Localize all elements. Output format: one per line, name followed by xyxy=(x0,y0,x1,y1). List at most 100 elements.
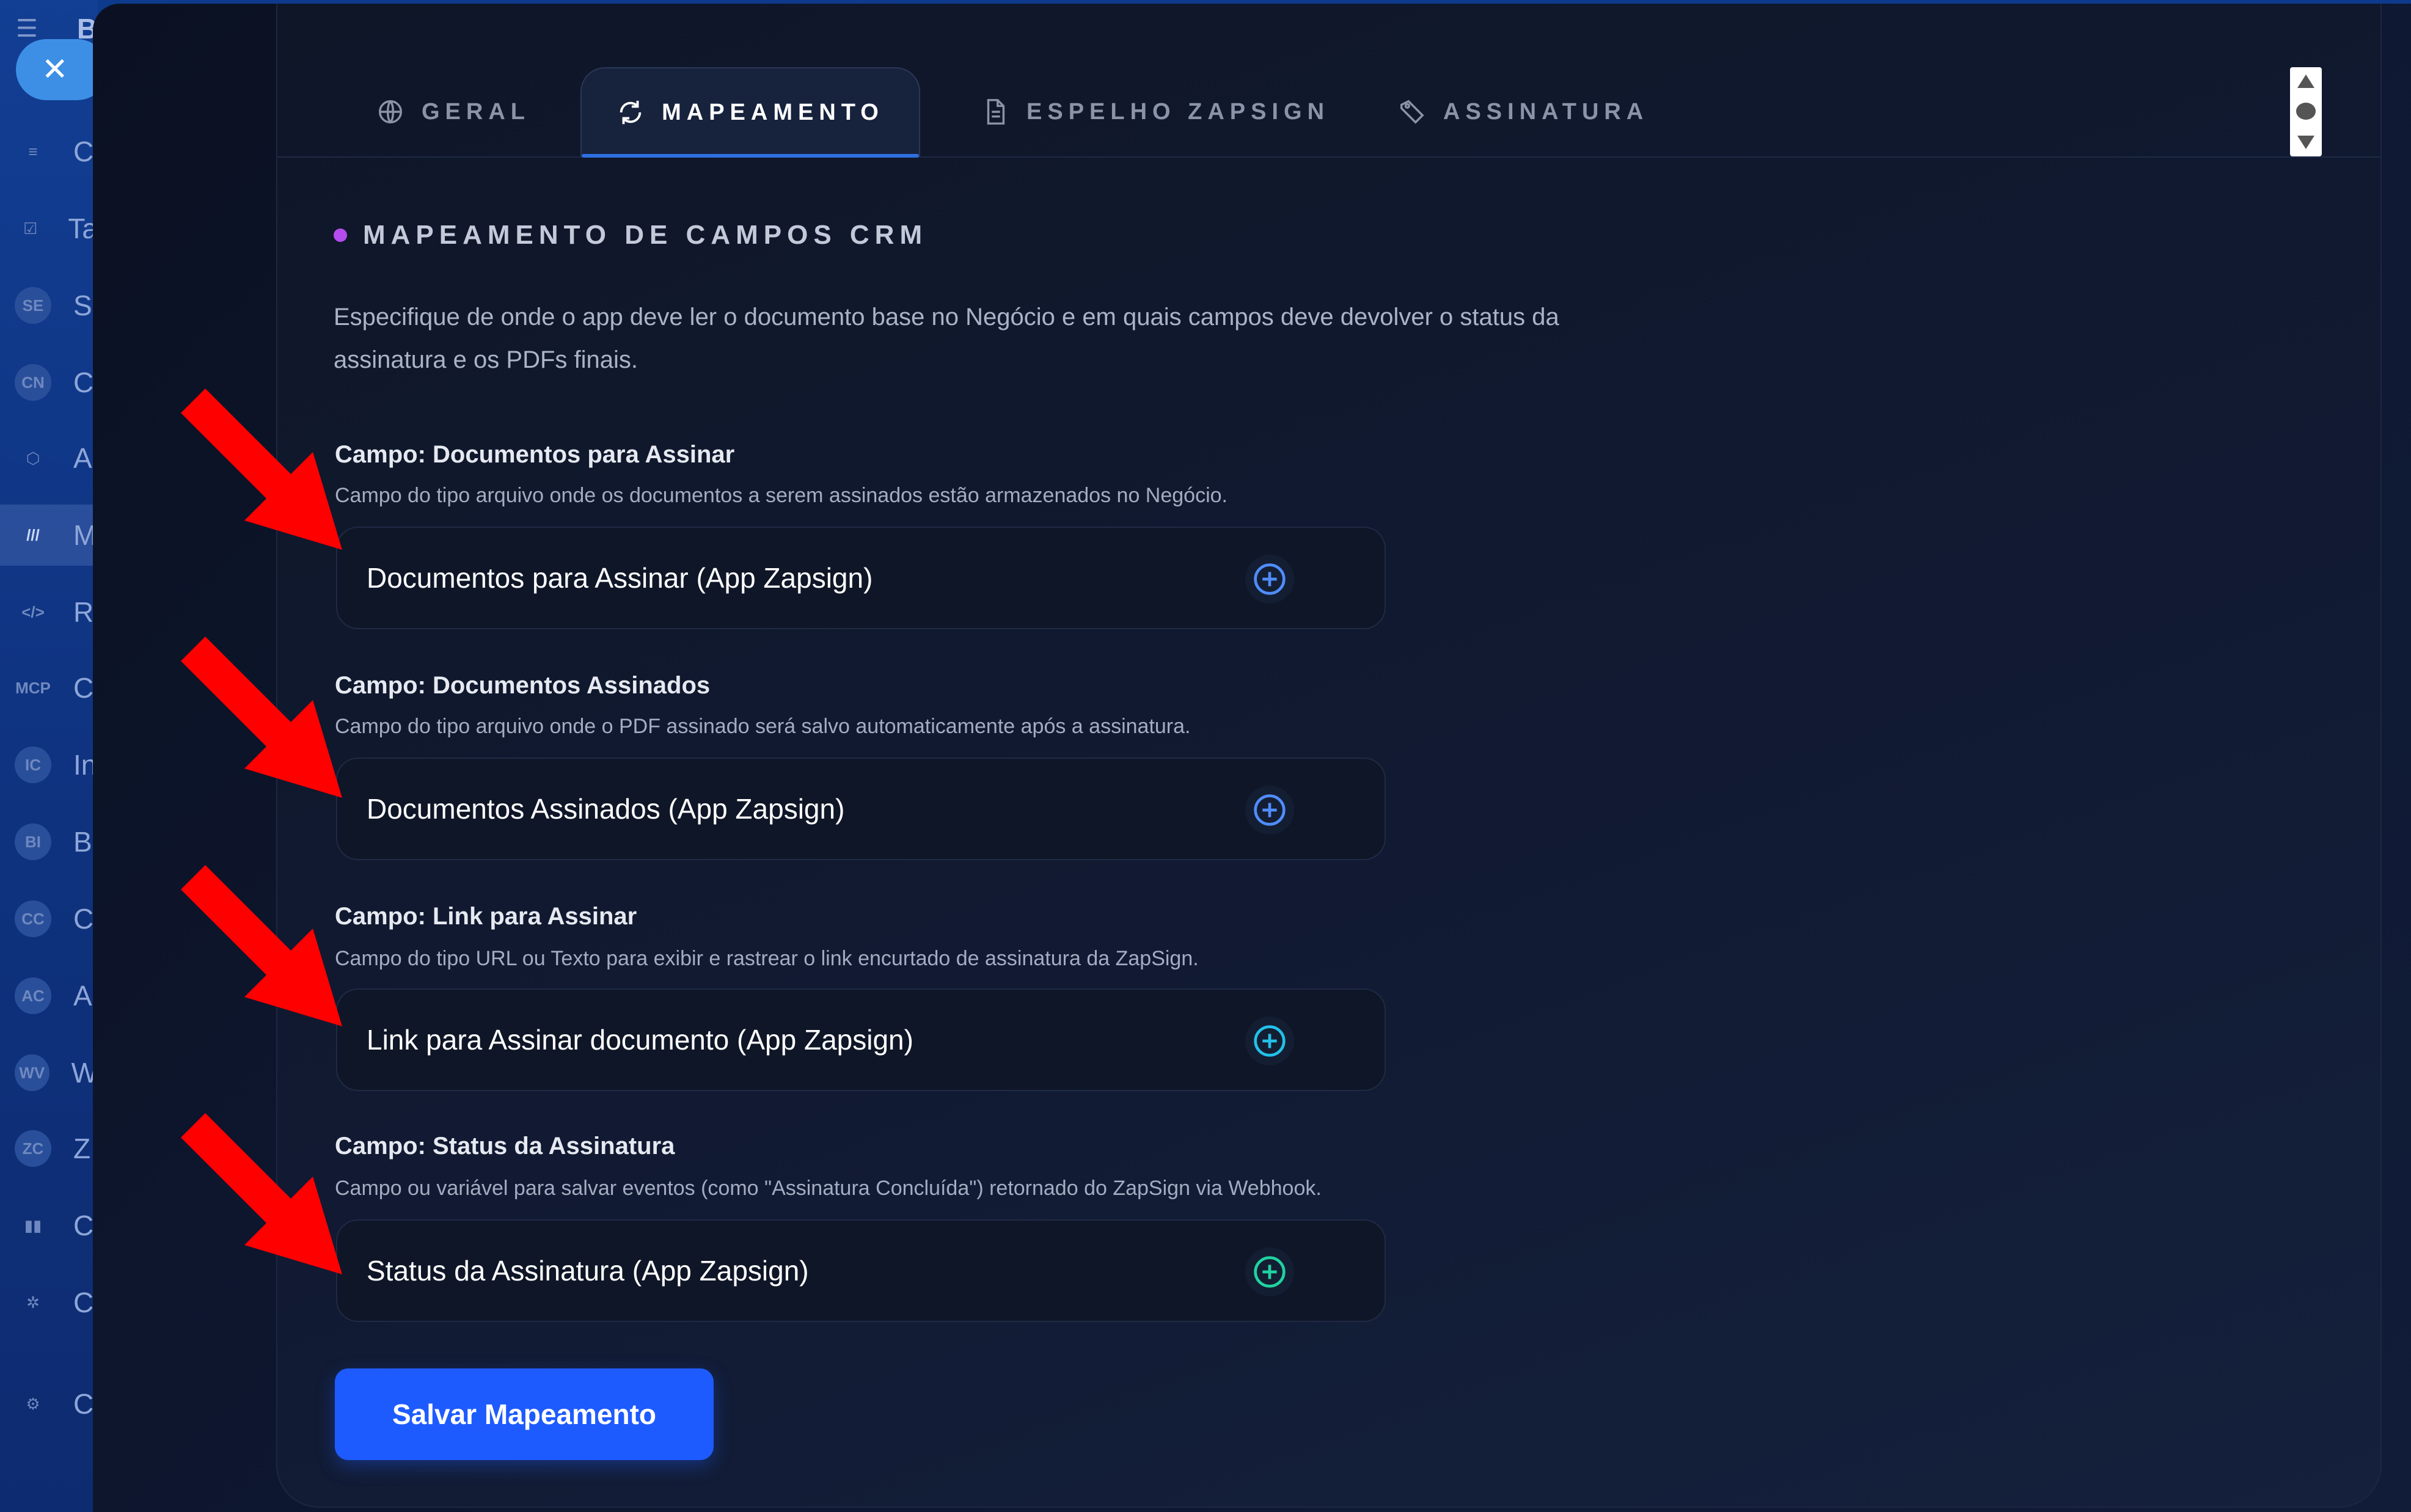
field-value: Documentos para Assinar (App Zapsign) xyxy=(367,562,873,594)
sidebar-item-8[interactable]: MCP C xyxy=(0,657,98,718)
sidebar-item-14[interactable]: ZC Z xyxy=(0,1118,98,1179)
sidebar-item-label: B xyxy=(73,826,92,858)
field-description: Campo do tipo URL ou Texto para exibir e… xyxy=(335,947,1199,970)
sidebar-item-13[interactable]: WV W xyxy=(0,1042,98,1103)
sidebar-item-label: C xyxy=(73,672,94,704)
add-button[interactable] xyxy=(1245,786,1294,835)
tab-bar: GERAL MAPEAMENTO ESPELHO ZAPSIGN ASSINAT… xyxy=(277,4,2380,158)
sidebar-item-2[interactable]: ☑ Ta xyxy=(0,198,98,259)
annotation-arrow-icon xyxy=(181,389,342,550)
add-button[interactable] xyxy=(1245,1017,1294,1065)
field-label: Campo: Documentos Assinados xyxy=(335,672,711,699)
bullet-dot-icon xyxy=(334,228,347,242)
intro-line: assinatura e os PDFs finais. xyxy=(334,346,638,373)
sidebar-item-label: C xyxy=(73,136,94,167)
sidebar-item-label: A xyxy=(73,980,92,1012)
tab-label: ASSINATURA xyxy=(1443,98,1649,125)
sidebar-item-1[interactable]: ≡ C xyxy=(0,121,98,182)
arrow-down-icon[interactable] xyxy=(2297,136,2314,149)
sidebar-item-label: C xyxy=(73,1210,94,1241)
sidebar-item-7[interactable]: </> R xyxy=(0,582,98,643)
tab-mapeamento[interactable]: MAPEAMENTO xyxy=(580,67,920,158)
ic-badge-icon: IC xyxy=(15,747,51,783)
plus-circle-icon xyxy=(1254,794,1286,826)
pen-tag-icon xyxy=(1400,100,1424,124)
sidebar-item-label: C xyxy=(73,1388,94,1420)
bi-badge-icon: BI xyxy=(15,824,51,860)
sidebar-item-16[interactable]: ✲ C xyxy=(0,1272,98,1333)
sidebar-item-3[interactable]: SE S xyxy=(0,275,98,336)
field-label: Campo: Link para Assinar xyxy=(335,903,637,930)
arrow-up-icon[interactable] xyxy=(2297,75,2314,88)
refresh-icon xyxy=(620,100,642,125)
plus-circle-icon xyxy=(1254,1256,1286,1288)
zc-badge-icon: ZC xyxy=(15,1130,51,1167)
save-mapping-button[interactable]: Salvar Mapeamento xyxy=(335,1368,714,1460)
annotation-arrow-icon xyxy=(181,1113,342,1274)
plus-circle-icon xyxy=(1254,1025,1286,1057)
sidebar-item-label: R xyxy=(73,596,94,628)
sidebar-item-9[interactable]: IC In xyxy=(0,734,98,795)
section-title: MAPEAMENTO DE CAMPOS CRM xyxy=(334,220,927,250)
field-select-link-para-assinar[interactable]: Link para Assinar documento (App Zapsign… xyxy=(336,988,1386,1091)
sidebar-item-label: C xyxy=(73,367,94,398)
section-intro: Especifique de onde o app deve ler o doc… xyxy=(334,296,1678,381)
tab-espelho-zapsign[interactable]: ESPELHO ZAPSIGN xyxy=(981,67,1330,156)
field-value: Status da Assinatura (App Zapsign) xyxy=(367,1255,809,1287)
tab-label: MAPEAMENTO xyxy=(662,99,884,125)
field-value: Documentos Assinados (App Zapsign) xyxy=(367,793,845,825)
field-description: Campo do tipo arquivo onde o PDF assinad… xyxy=(335,715,1191,738)
cn-badge-icon: CN xyxy=(15,364,51,401)
field-description: Campo do tipo arquivo onde os documentos… xyxy=(335,484,1227,507)
brand-icon: /// xyxy=(26,525,40,544)
field-label: Campo: Documentos para Assinar xyxy=(335,441,735,468)
tab-label: GERAL xyxy=(422,98,530,125)
chart-icon: ▮▮ xyxy=(24,1216,42,1235)
field-description: Campo ou variável para salvar eventos (c… xyxy=(335,1177,1322,1200)
sidebar-item-label: C xyxy=(73,1287,94,1318)
field-value: Link para Assinar documento (App Zapsign… xyxy=(367,1024,913,1056)
field-label: Campo: Status da Assinatura xyxy=(335,1133,675,1160)
annotation-arrow-icon xyxy=(181,637,342,798)
filter-icon: ≡ xyxy=(28,142,38,161)
code-icon: </> xyxy=(21,602,45,621)
sidebar-item-label: A xyxy=(73,442,92,474)
sidebar-item-15[interactable]: ▮▮ C xyxy=(0,1195,98,1256)
sidebar-item-10[interactable]: BI B xyxy=(0,811,98,872)
ac-badge-icon: AC xyxy=(15,977,51,1014)
scroll-widget[interactable] xyxy=(2290,67,2322,156)
sidebar-item-5[interactable]: ⬡ A xyxy=(0,428,98,489)
sidebar-item-6[interactable]: /// M xyxy=(0,505,98,566)
checkbox-icon: ☑ xyxy=(23,219,38,238)
annotation-arrow-icon xyxy=(181,865,342,1026)
add-button[interactable] xyxy=(1245,1247,1294,1296)
field-select-documentos-para-assinar[interactable]: Documentos para Assinar (App Zapsign) xyxy=(336,527,1386,629)
sidebar-item-12[interactable]: AC A xyxy=(0,965,98,1026)
se-badge-icon: SE xyxy=(15,287,51,324)
puzzle-icon: ✲ xyxy=(26,1293,40,1312)
close-icon: ✕ xyxy=(42,52,68,87)
sidebar: ☰ B ✕ ≡ C ☑ Ta SE S CN C ⬡ A /// M </> R… xyxy=(0,0,108,1512)
field-select-status-da-assinatura[interactable]: Status da Assinatura (App Zapsign) xyxy=(336,1219,1386,1322)
section-title-text: MAPEAMENTO DE CAMPOS CRM xyxy=(363,220,928,250)
document-icon xyxy=(987,99,1005,125)
tab-assinatura[interactable]: ASSINATURA xyxy=(1398,67,1648,156)
sidebar-item-label: Z xyxy=(73,1133,91,1164)
cc-badge-icon: CC xyxy=(15,900,51,937)
sidebar-item-label: S xyxy=(73,290,92,321)
sidebar-item-label: C xyxy=(73,903,94,935)
globe-icon xyxy=(379,100,402,123)
dot-icon xyxy=(2296,103,2316,120)
cube-icon: ⬡ xyxy=(26,448,40,467)
add-button[interactable] xyxy=(1245,555,1294,604)
mcp-badge-icon: MCP xyxy=(15,678,51,697)
intro-line: Especifique de onde o app deve ler o doc… xyxy=(334,304,1559,331)
tab-geral[interactable]: GERAL xyxy=(376,67,530,156)
wv-badge-icon: WV xyxy=(15,1054,49,1091)
sidebar-item-17[interactable]: ⚙ C xyxy=(0,1373,98,1434)
sidebar-item-4[interactable]: CN C xyxy=(0,352,98,413)
plus-circle-icon xyxy=(1254,563,1286,595)
settings-icon: ⚙ xyxy=(26,1394,40,1413)
sidebar-item-11[interactable]: CC C xyxy=(0,888,98,949)
field-select-documentos-assinados[interactable]: Documentos Assinados (App Zapsign) xyxy=(336,758,1386,860)
